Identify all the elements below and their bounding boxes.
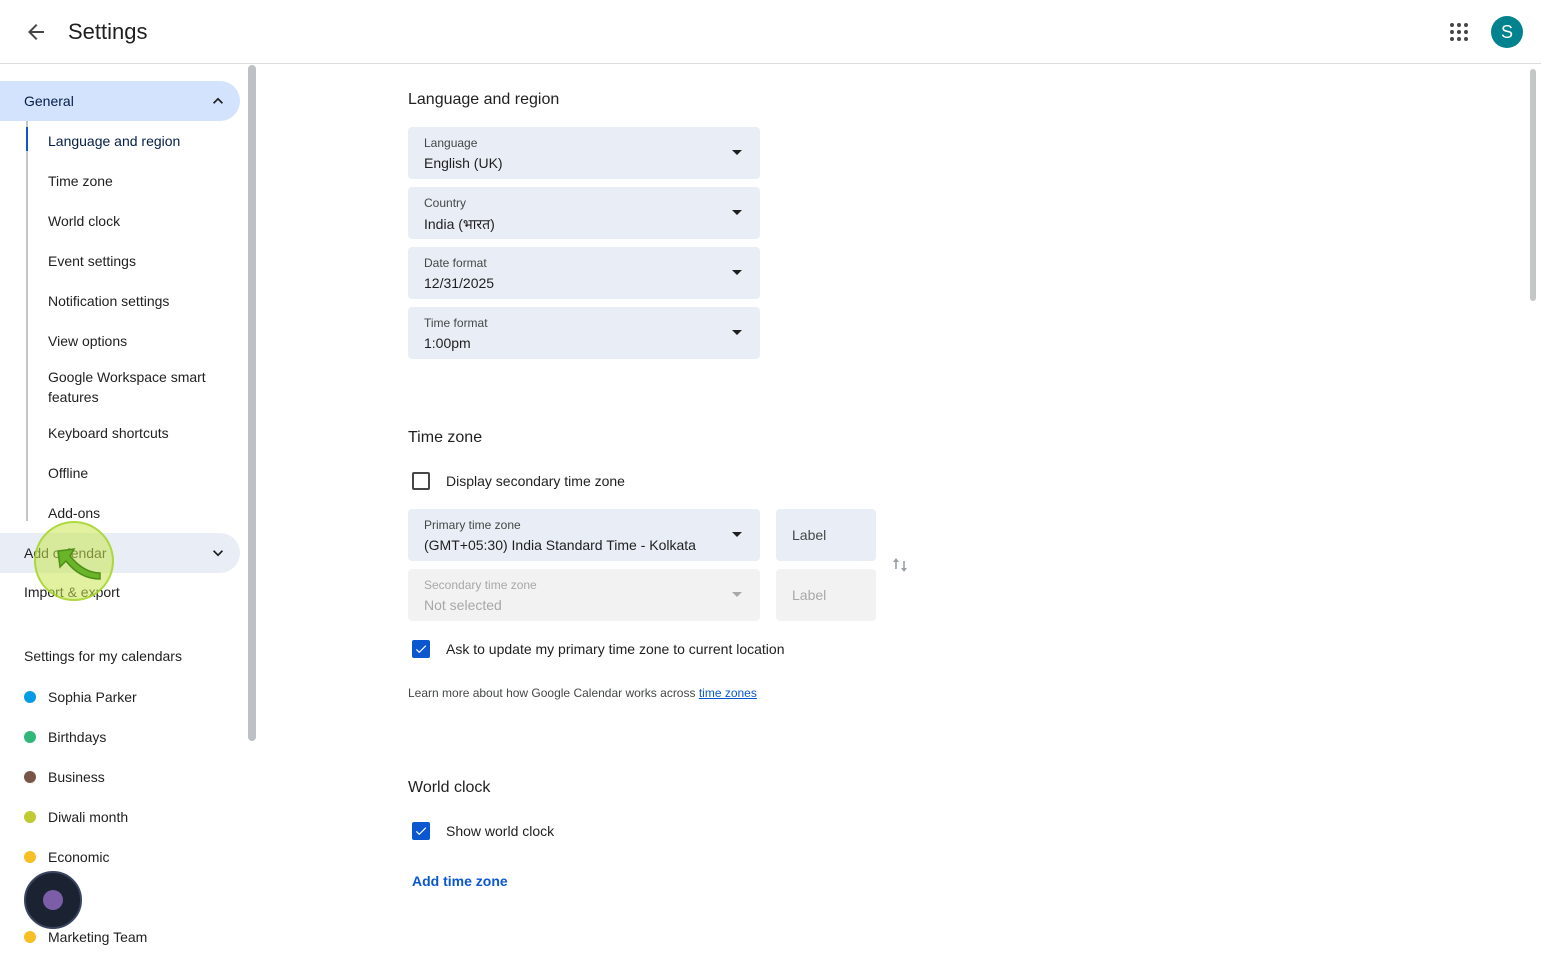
dropdown-arrow-icon bbox=[732, 150, 742, 155]
section-title-world-clock: World clock bbox=[408, 779, 491, 796]
learn-more-prefix: Learn more about how Google Calendar wor… bbox=[408, 686, 699, 700]
settings-content: Language and region Language English (UK… bbox=[256, 65, 1541, 953]
learn-more-text: Learn more about how Google Calendar wor… bbox=[408, 686, 757, 700]
sidebar-item-notification-settings[interactable]: Notification settings bbox=[48, 291, 228, 311]
chevron-up-icon bbox=[213, 97, 223, 104]
checkbox-label: Show world clock bbox=[446, 823, 555, 839]
arrow-back-icon bbox=[28, 24, 44, 40]
field-value: 1:00pm bbox=[424, 335, 471, 351]
my-calendars-heading: Settings for my calendars bbox=[24, 648, 182, 664]
sidebar-section-add-calendar[interactable]: Add calendar bbox=[0, 533, 240, 573]
calendar-name: Diwali month bbox=[48, 809, 129, 825]
field-value: Not selected bbox=[424, 597, 502, 613]
sidebar-item-world-clock[interactable]: World clock bbox=[48, 211, 228, 231]
sidebar-item-language-and-region[interactable]: Language and region bbox=[48, 131, 228, 151]
apps-grid-icon bbox=[1450, 23, 1468, 41]
calendar-color-dot bbox=[24, 731, 36, 743]
sidebar-item-keyboard-shortcuts[interactable]: Keyboard shortcuts bbox=[48, 423, 228, 443]
display-secondary-checkbox[interactable] bbox=[412, 472, 430, 490]
sidebar-item-add-ons[interactable]: Add-ons bbox=[48, 503, 228, 523]
display-secondary-row: Display secondary time zone bbox=[408, 472, 625, 490]
active-indicator bbox=[26, 127, 28, 151]
calendar-item[interactable]: Diwali month bbox=[24, 807, 128, 827]
calendar-item[interactable]: Sophia Parker bbox=[24, 687, 137, 707]
dropdown-arrow-icon bbox=[732, 592, 742, 597]
field-value: (GMT+05:30) India Standard Time - Kolkat… bbox=[424, 537, 696, 553]
ask-update-checkbox[interactable] bbox=[412, 640, 430, 658]
calendar-name: Economic bbox=[48, 849, 110, 865]
calendar-item[interactable]: Birthdays bbox=[24, 727, 106, 747]
calendar-name: Business bbox=[48, 769, 105, 785]
sidebar-item-time-zone[interactable]: Time zone bbox=[48, 171, 228, 191]
sidebar-item-offline[interactable]: Offline bbox=[48, 463, 228, 483]
show-world-clock-row: Show world clock bbox=[408, 822, 554, 840]
back-button[interactable] bbox=[16, 12, 56, 52]
calendar-color-dot bbox=[24, 691, 36, 703]
calendar-item[interactable]: Economic bbox=[24, 847, 109, 867]
sidebar-section-general[interactable]: General bbox=[0, 81, 240, 121]
calendar-color-dot bbox=[24, 851, 36, 863]
dropdown-arrow-icon bbox=[732, 210, 742, 215]
field-label: Time format bbox=[424, 316, 488, 330]
account-avatar[interactable]: S bbox=[1491, 16, 1523, 48]
calendar-color-dot bbox=[24, 771, 36, 783]
top-app-bar: Settings S bbox=[0, 0, 1541, 64]
dropdown-arrow-icon bbox=[732, 532, 742, 537]
checkbox-label: Ask to update my primary time zone to cu… bbox=[446, 641, 785, 657]
calendar-name: Birthdays bbox=[48, 729, 107, 745]
google-apps-button[interactable] bbox=[1439, 12, 1479, 52]
chevron-down-icon bbox=[213, 550, 223, 557]
settings-sidebar: General Language and region Time zone Worl… bbox=[0, 65, 256, 953]
sidebar-item-view-options[interactable]: View options bbox=[48, 331, 228, 351]
time-format-select[interactable]: Time format 1:00pm bbox=[408, 307, 760, 359]
field-label: Date format bbox=[424, 256, 487, 270]
check-icon bbox=[415, 645, 427, 654]
section-title-language-region: Language and region bbox=[408, 91, 560, 108]
calendar-name: Marketing Team bbox=[48, 929, 148, 945]
section-title-time-zone: Time zone bbox=[408, 429, 483, 446]
secondary-label-input: Label bbox=[776, 569, 876, 621]
primary-label-input[interactable]: Label bbox=[776, 509, 876, 561]
primary-time-zone-select[interactable]: Primary time zone (GMT+05:30) India Stan… bbox=[408, 509, 760, 561]
country-select[interactable]: Country India (भारत) bbox=[408, 187, 760, 239]
time-zones-link[interactable]: time zones bbox=[699, 686, 757, 700]
sidebar-item-event-settings[interactable]: Event settings bbox=[48, 251, 228, 271]
dropdown-arrow-icon bbox=[732, 330, 742, 335]
assistant-bubble-button[interactable] bbox=[24, 871, 82, 929]
calendar-name: Sophia Parker bbox=[48, 689, 137, 705]
field-value: English (UK) bbox=[424, 155, 503, 171]
dropdown-arrow-icon bbox=[732, 270, 742, 275]
secondary-time-zone-select: Secondary time zone Not selected bbox=[408, 569, 760, 621]
sidebar-section-label: General bbox=[24, 93, 74, 109]
field-value: 12/31/2025 bbox=[424, 275, 495, 291]
add-time-zone-button[interactable]: Add time zone bbox=[412, 873, 508, 889]
calendar-color-dot bbox=[24, 811, 36, 823]
check-icon bbox=[415, 827, 427, 836]
language-select[interactable]: Language English (UK) bbox=[408, 127, 760, 179]
sidebar-section-label: Add calendar bbox=[24, 545, 107, 561]
ask-update-row: Ask to update my primary time zone to cu… bbox=[408, 640, 784, 658]
calendar-item[interactable]: Marketing Team bbox=[24, 927, 147, 947]
sidebar-item-import-export[interactable]: Import & export bbox=[24, 584, 120, 600]
checkbox-label: Display secondary time zone bbox=[446, 473, 625, 489]
calendar-color-dot bbox=[24, 931, 36, 943]
sidebar-scrollbar[interactable] bbox=[248, 65, 256, 741]
field-label: Language bbox=[424, 136, 478, 150]
sub-nav-track bbox=[26, 121, 28, 521]
field-value: India (भारत) bbox=[424, 216, 495, 232]
calendar-item[interactable]: Business bbox=[24, 767, 105, 787]
swap-time-zones-icon[interactable] bbox=[890, 555, 910, 575]
date-format-select[interactable]: Date format 12/31/2025 bbox=[408, 247, 760, 299]
field-label: Country bbox=[424, 196, 467, 210]
page-title: Settings bbox=[68, 19, 148, 44]
assistant-dot-icon bbox=[43, 890, 63, 910]
field-label: Secondary time zone bbox=[424, 578, 537, 592]
sidebar-item-google-workspace-smart-features[interactable]: Google Workspace smart features bbox=[48, 367, 228, 407]
content-scrollbar[interactable] bbox=[1530, 69, 1536, 301]
field-label: Primary time zone bbox=[424, 518, 521, 532]
show-world-clock-checkbox[interactable] bbox=[412, 822, 430, 840]
